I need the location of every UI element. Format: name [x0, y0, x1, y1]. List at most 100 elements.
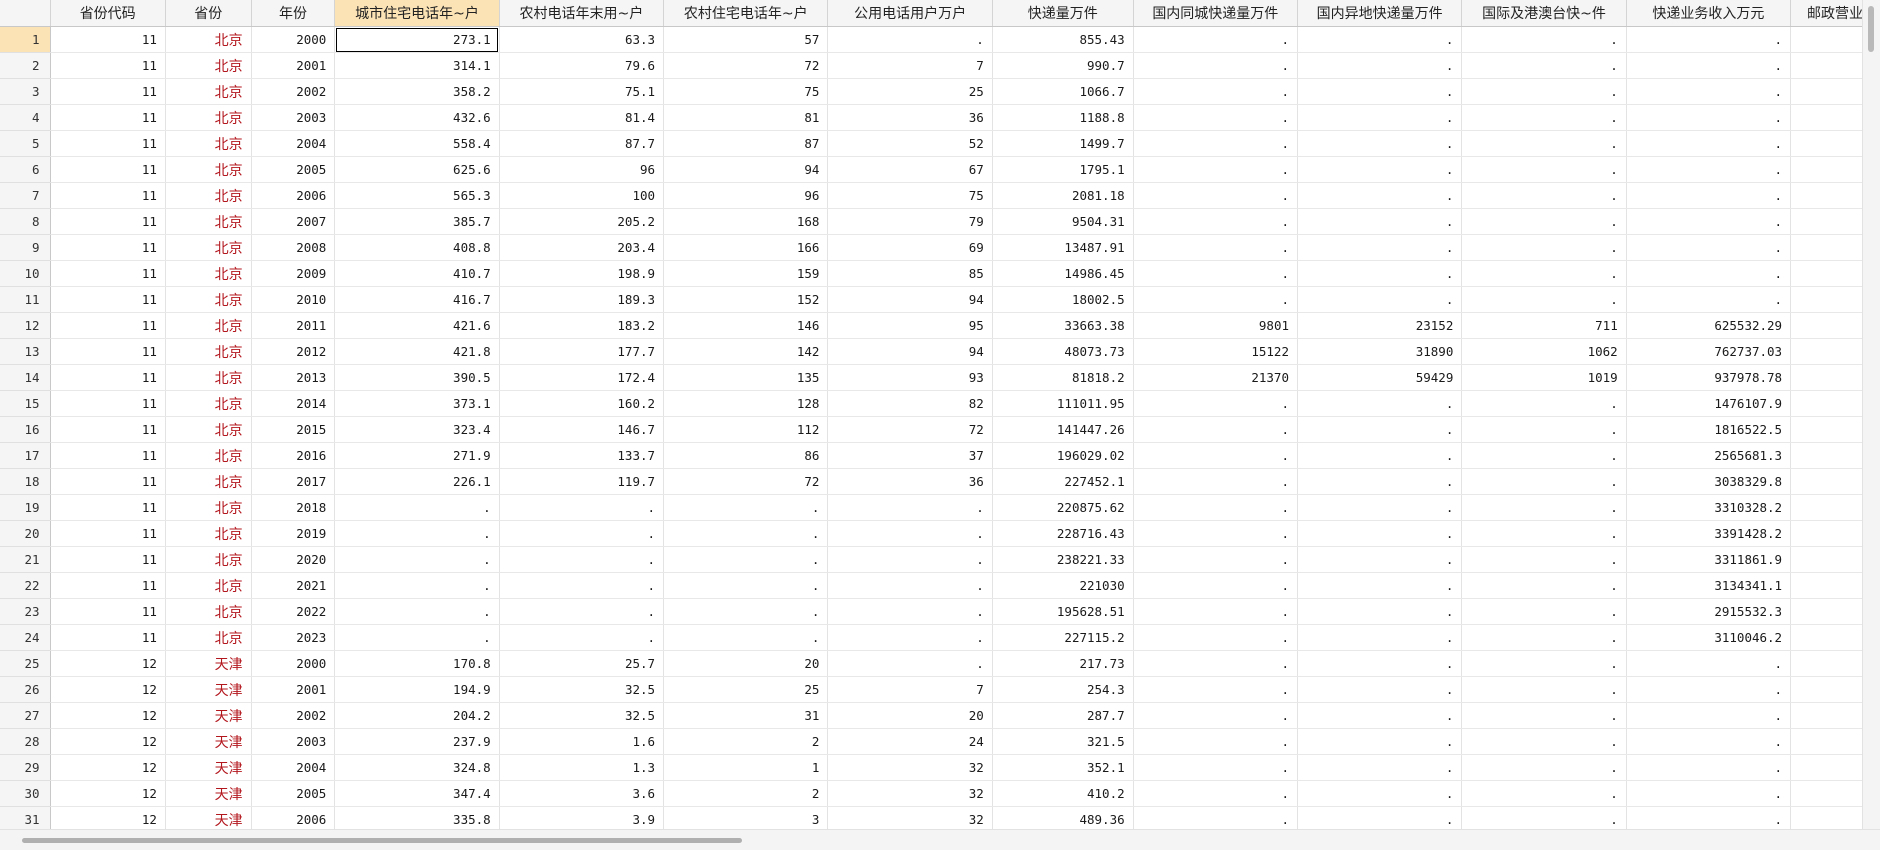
cell-value[interactable]: 32: [827, 780, 993, 807]
cell-year[interactable]: 2016: [251, 442, 336, 469]
cell-province[interactable]: 天津: [165, 650, 252, 677]
cell-value[interactable]: 204.2: [334, 702, 500, 729]
cell-value[interactable]: 133.7: [499, 442, 665, 469]
cell-value[interactable]: 189.3: [499, 286, 665, 313]
cell-value[interactable]: 2081.18: [992, 182, 1134, 209]
cell-province[interactable]: 北京: [165, 52, 252, 79]
cell-value[interactable]: .: [1461, 130, 1627, 157]
cell-value[interactable]: .: [1133, 104, 1299, 131]
cell-value[interactable]: .: [1133, 78, 1299, 105]
cell-value[interactable]: .: [1297, 52, 1463, 79]
cell-value[interactable]: [1790, 572, 1863, 599]
row-number[interactable]: 8: [0, 208, 51, 235]
cell-year[interactable]: 2005: [251, 156, 336, 183]
cell-value[interactable]: 146.7: [499, 416, 665, 443]
cell-year[interactable]: 2018: [251, 494, 336, 521]
cell-province-code[interactable]: 11: [50, 546, 166, 573]
cell-value[interactable]: [1790, 676, 1863, 703]
cell-value[interactable]: 3134341.1: [1626, 572, 1792, 599]
cell-province-code[interactable]: 11: [50, 78, 166, 105]
cell-value[interactable]: 172.4: [499, 364, 665, 391]
table-row[interactable]: 14 11 北京 2013 390.5 172.4 135 93 81818.2 21370 594…: [0, 364, 1863, 391]
row-number[interactable]: 19: [0, 494, 51, 521]
cell-value[interactable]: .: [1133, 442, 1299, 469]
cell-value[interactable]: 81.4: [499, 104, 665, 131]
cell-value[interactable]: 112: [663, 416, 829, 443]
cell-value[interactable]: .: [1461, 26, 1627, 53]
cell-value[interactable]: .: [1461, 650, 1627, 677]
selected-cell[interactable]: 273.1: [334, 26, 500, 53]
cell-province[interactable]: 天津: [165, 780, 252, 807]
cell-value[interactable]: .: [1133, 520, 1299, 547]
cell-value[interactable]: 32.5: [499, 676, 665, 703]
cell-value[interactable]: .: [1626, 104, 1792, 131]
cell-value[interactable]: 63.3: [499, 26, 665, 53]
table-row[interactable]: 4 11 北京 2003 432.6 81.4 81 36 1188.8....: [0, 104, 1863, 131]
cell-year[interactable]: 2017: [251, 468, 336, 495]
cell-province[interactable]: 天津: [165, 676, 252, 703]
row-number[interactable]: 5: [0, 130, 51, 157]
cell-value[interactable]: .: [1626, 156, 1792, 183]
cell-province-code[interactable]: 11: [50, 390, 166, 417]
cell-value[interactable]: [1790, 234, 1863, 261]
cell-value[interactable]: 75: [663, 78, 829, 105]
cell-value[interactable]: 335.8: [334, 806, 500, 830]
row-number[interactable]: 17: [0, 442, 51, 469]
cell-value[interactable]: .: [1133, 52, 1299, 79]
cell-year[interactable]: 2012: [251, 338, 336, 365]
cell-value[interactable]: 87: [663, 130, 829, 157]
cell-value[interactable]: 142: [663, 338, 829, 365]
cell-province[interactable]: 天津: [165, 806, 252, 830]
cell-year[interactable]: 2002: [251, 78, 336, 105]
cell-value[interactable]: .: [334, 624, 500, 651]
cell-value[interactable]: 195628.51: [992, 598, 1134, 625]
column-header[interactable]: 邮政营业: [1790, 0, 1863, 27]
cell-value[interactable]: .: [1133, 26, 1299, 53]
cell-value[interactable]: .: [499, 546, 665, 573]
cell-value[interactable]: [1790, 468, 1863, 495]
cell-value[interactable]: .: [1297, 598, 1463, 625]
cell-year[interactable]: 2022: [251, 598, 336, 625]
cell-value[interactable]: .: [1133, 702, 1299, 729]
cell-year[interactable]: 2004: [251, 130, 336, 157]
cell-value[interactable]: 625.6: [334, 156, 500, 183]
cell-value[interactable]: .: [499, 520, 665, 547]
table-row[interactable]: 19 11 北京 2018.... 220875.62... 3310328.2: [0, 494, 1863, 521]
cell-value[interactable]: 226.1: [334, 468, 500, 495]
table-row[interactable]: 24 11 北京 2023.... 227115.2... 3110046.2: [0, 624, 1863, 651]
horizontal-scrollbar[interactable]: [0, 829, 1880, 850]
cell-value[interactable]: .: [1297, 390, 1463, 417]
cell-province[interactable]: 天津: [165, 728, 252, 755]
cell-value[interactable]: .: [1297, 754, 1463, 781]
cell-value[interactable]: .: [1133, 390, 1299, 417]
table-row[interactable]: 21 11 北京 2020.... 238221.33... 3311861.9: [0, 546, 1863, 573]
cell-value[interactable]: .: [1461, 728, 1627, 755]
cell-province-code[interactable]: 11: [50, 286, 166, 313]
cell-value[interactable]: 75: [827, 182, 993, 209]
cell-value[interactable]: [1790, 338, 1863, 365]
row-number[interactable]: 30: [0, 780, 51, 807]
row-number[interactable]: 9: [0, 234, 51, 261]
cell-value[interactable]: .: [1626, 26, 1792, 53]
cell-year[interactable]: 2020: [251, 546, 336, 573]
cell-year[interactable]: 2019: [251, 520, 336, 547]
cell-value[interactable]: [1790, 780, 1863, 807]
row-number[interactable]: 7: [0, 182, 51, 209]
horizontal-scroll-thumb[interactable]: [22, 838, 742, 843]
table-row[interactable]: 17 11 北京 2016 271.9 133.7 86 37 196029.02... 2565…: [0, 442, 1863, 469]
cell-value[interactable]: 321.5: [992, 728, 1134, 755]
cell-value[interactable]: 1066.7: [992, 78, 1134, 105]
cell-province-code[interactable]: 11: [50, 260, 166, 287]
row-number[interactable]: 12: [0, 312, 51, 339]
cell-value[interactable]: [1790, 78, 1863, 105]
cell-value[interactable]: 9504.31: [992, 208, 1134, 235]
cell-province-code[interactable]: 12: [50, 650, 166, 677]
cell-value[interactable]: 228716.43: [992, 520, 1134, 547]
cell-value[interactable]: 57: [663, 26, 829, 53]
cell-province-code[interactable]: 11: [50, 208, 166, 235]
cell-value[interactable]: 81: [663, 104, 829, 131]
cell-province[interactable]: 北京: [165, 312, 252, 339]
cell-value[interactable]: 23152: [1297, 312, 1463, 339]
cell-province[interactable]: 北京: [165, 494, 252, 521]
cell-value[interactable]: 432.6: [334, 104, 500, 131]
